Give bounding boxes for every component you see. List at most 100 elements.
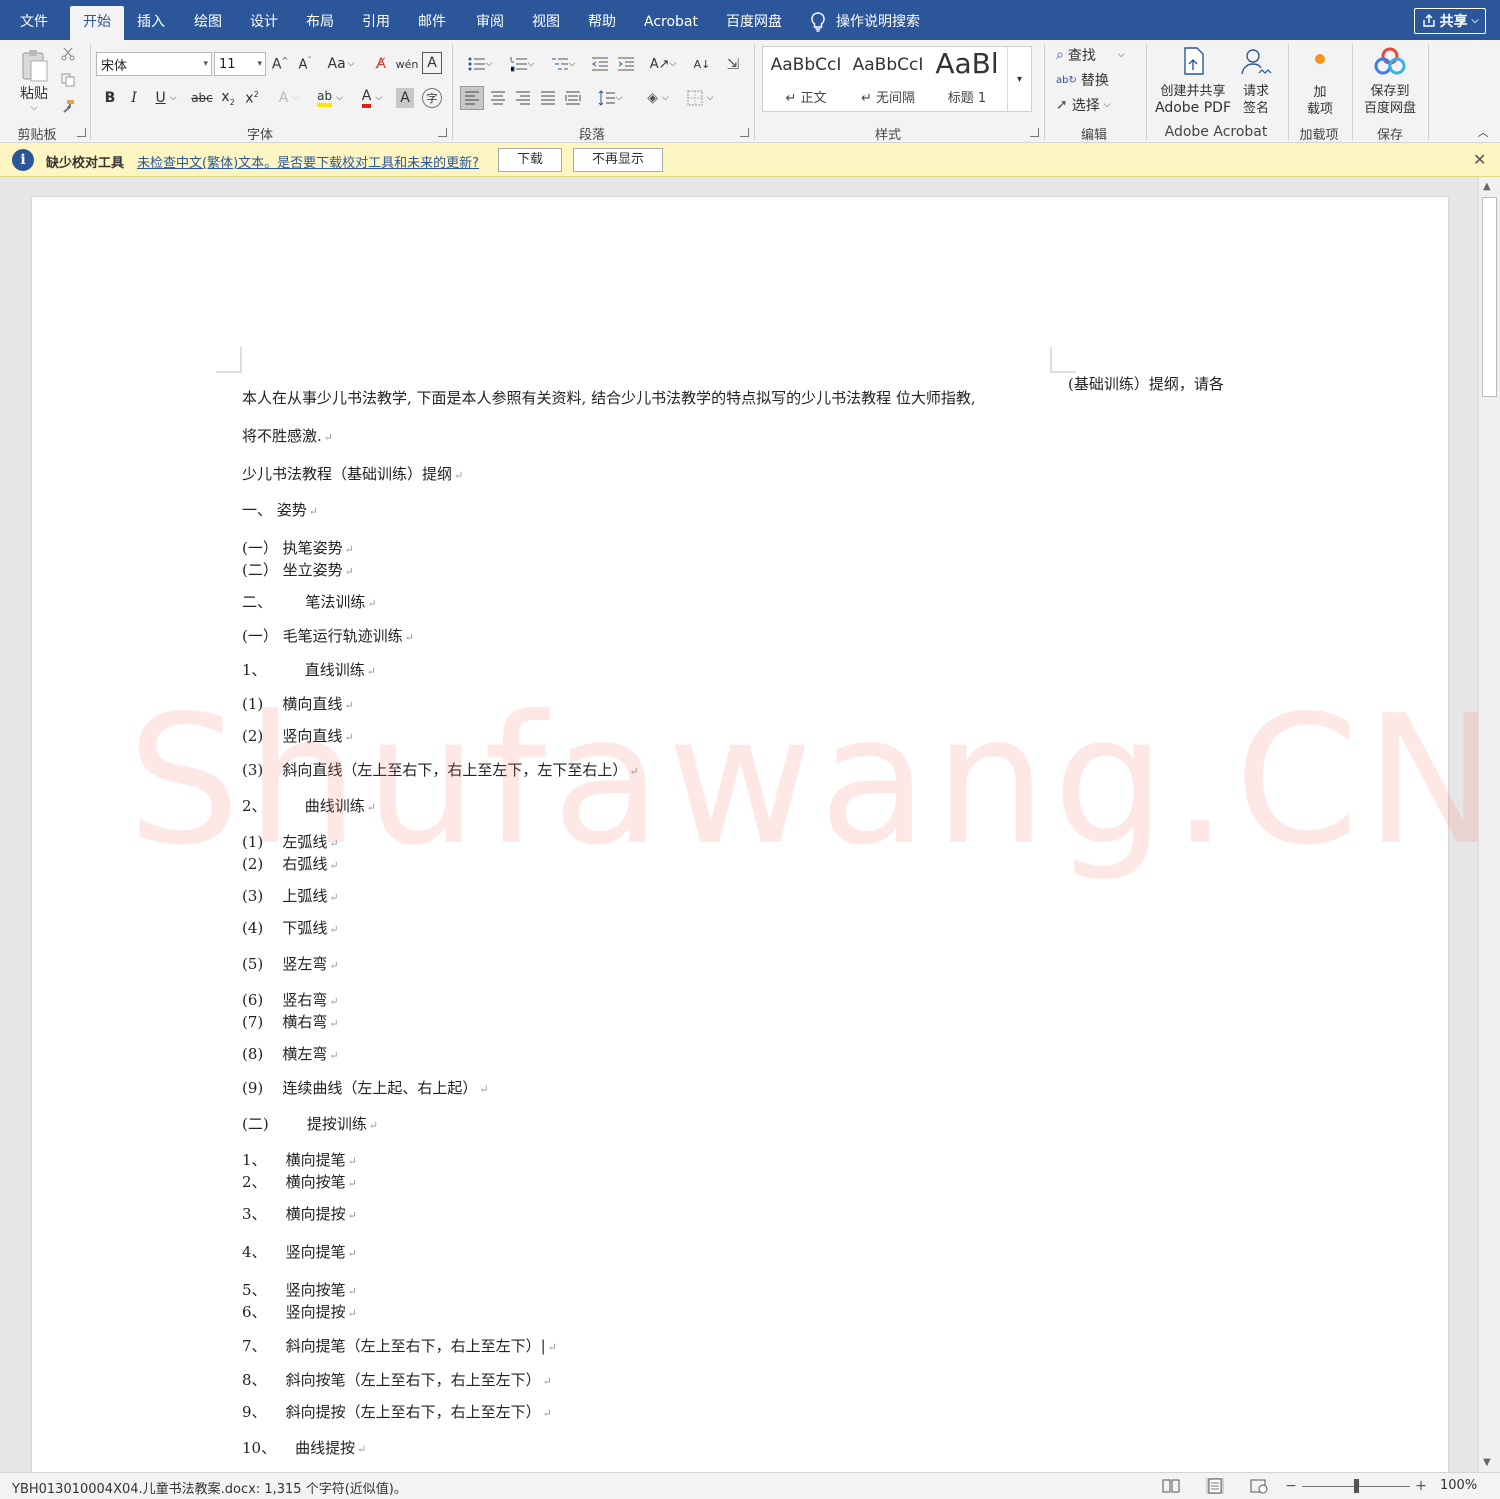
zoom-level[interactable]: 100%	[1440, 1478, 1477, 1493]
text-direction-button[interactable]: A↗ ⌵	[646, 52, 680, 76]
show-marks-button[interactable]: ⇲	[722, 52, 744, 76]
read-mode-icon[interactable]	[1162, 1478, 1180, 1494]
shading-button[interactable]: ◈ ⌵	[640, 86, 676, 110]
replace-button[interactable]: ab↻ 替换	[1056, 69, 1116, 91]
create-share-pdf-button[interactable]: 创建并共享 Adobe PDF	[1152, 46, 1234, 117]
text-effects-button[interactable]: A ⌵	[272, 86, 306, 110]
change-case-button[interactable]: Aa ⌵	[324, 52, 358, 76]
borders-button[interactable]: ⌵	[682, 86, 718, 110]
superscript-button[interactable]: x2	[242, 86, 262, 110]
tab-2[interactable]: 插入	[128, 6, 174, 40]
tab-4[interactable]: 设计	[241, 6, 287, 40]
paragraph-launcher[interactable]	[740, 128, 749, 137]
multilevel-list-button[interactable]: ⌵	[546, 52, 580, 76]
paragraph-mark-icon: ↵	[366, 801, 376, 814]
addins-button[interactable]: 加 载项	[1298, 50, 1342, 118]
tell-me-search[interactable]: 操作说明搜索	[810, 6, 920, 38]
line-spacing-button[interactable]: ⌵	[592, 86, 628, 110]
tab-8[interactable]: 审阅	[467, 6, 513, 40]
numbering-button[interactable]: ⌵	[504, 52, 540, 76]
font-color-icon: A	[361, 88, 372, 108]
clear-formatting-button[interactable]: A̸	[370, 52, 392, 76]
share-label: 共享	[1439, 14, 1468, 30]
request-signature-button[interactable]: 请求 签名	[1236, 46, 1276, 117]
dont-show-again-button[interactable]: 不再显示	[573, 148, 663, 172]
find-button[interactable]: ⌕ 查找 ⌵	[1056, 44, 1136, 66]
align-right-button[interactable]	[512, 86, 534, 110]
clipboard-launcher[interactable]	[77, 128, 86, 137]
word-count-status[interactable]: YBH013010004X04.儿童书法教案.docx: 1,315 个字符(近…	[12, 1478, 407, 1497]
style-normal[interactable]: AaBbCcI ↵ 正文	[765, 47, 847, 111]
increase-indent-button[interactable]	[616, 52, 636, 76]
document-page[interactable]: (基础训练）提纲，请各 本人在从事少儿书法教学, 下面是本人参照有关资料, 结合…	[32, 197, 1478, 1472]
style-heading-1[interactable]: AaBl 标题 1	[929, 47, 1005, 111]
collapse-ribbon-button[interactable]: ︿	[1474, 124, 1492, 140]
font-name-combobox[interactable]: 宋体 ▾	[96, 52, 212, 76]
tab-9[interactable]: 视图	[523, 6, 569, 40]
copy-button[interactable]	[60, 72, 76, 88]
align-left-button[interactable]	[460, 86, 484, 110]
zoom-slider-thumb[interactable]	[1354, 1479, 1359, 1493]
cut-button[interactable]	[60, 46, 76, 62]
acrobat-group-label: Adobe Acrobat	[1164, 124, 1268, 140]
format-painter-button[interactable]	[60, 98, 76, 114]
italic-button[interactable]: I	[124, 86, 144, 110]
justify-button[interactable]	[537, 86, 559, 110]
style-no-spacing[interactable]: AaBbCcI ↵ 无间隔	[847, 47, 929, 111]
phonetic-guide-button[interactable]: wén	[396, 52, 419, 76]
text-effects-icon: A	[278, 90, 289, 106]
web-layout-icon[interactable]	[1250, 1478, 1268, 1494]
distributed-button[interactable]	[562, 86, 584, 110]
message-link[interactable]: 未检查中文(繁体)文本。是否要下载校对工具和未来的更新?	[137, 152, 479, 171]
zoom-in-button[interactable]: +	[1414, 1477, 1428, 1495]
create-pdf-line2: Adobe PDF	[1154, 100, 1231, 116]
select-button[interactable]: ➚ 选择 ⌵	[1056, 94, 1126, 116]
character-border-button[interactable]: A	[422, 52, 442, 74]
highlight-button[interactable]: ab ⌵	[312, 86, 348, 110]
styles-more-button[interactable]: ▾	[1007, 47, 1031, 111]
styles-launcher[interactable]	[1030, 128, 1039, 137]
character-shading-button[interactable]: A	[396, 88, 414, 108]
enclose-characters-button[interactable]: 字	[422, 88, 442, 108]
tab-0[interactable]: 文件	[20, 6, 48, 40]
change-case-label: Aa	[327, 56, 346, 72]
bullets-button[interactable]: ⌵	[462, 52, 498, 76]
print-layout-icon[interactable]	[1206, 1478, 1224, 1494]
document-canvas[interactable]: (基础训练）提纲，请各 本人在从事少儿书法教学, 下面是本人参照有关资料, 结合…	[0, 177, 1478, 1472]
zoom-out-button[interactable]: −	[1284, 1477, 1298, 1495]
scrollbar-thumb[interactable]	[1482, 197, 1497, 397]
paragraph-line: (一） 执笔姿势 ↵	[242, 537, 354, 558]
grow-font-button[interactable]: A^	[270, 52, 290, 76]
share-button[interactable]: 共享 ⌵	[1414, 8, 1486, 34]
tab-10[interactable]: 帮助	[579, 6, 625, 40]
font-launcher[interactable]	[438, 128, 447, 137]
tab-3[interactable]: 绘图	[185, 6, 231, 40]
align-center-button[interactable]	[487, 86, 509, 110]
bold-button[interactable]: B	[100, 86, 120, 110]
tab-11[interactable]: Acrobat	[640, 6, 702, 40]
sort-button[interactable]: A↓	[692, 52, 712, 76]
grow-font-icon: A^	[271, 55, 289, 73]
paste-button[interactable]: 粘贴 ⌵	[12, 46, 56, 116]
close-icon[interactable]: ✕	[1473, 150, 1486, 169]
tab-1[interactable]: 开始	[70, 6, 124, 40]
subscript-button[interactable]: x2	[218, 86, 238, 110]
scroll-up-icon[interactable]: ▲	[1483, 181, 1491, 192]
shrink-font-button[interactable]: Aˇ	[295, 52, 315, 76]
strikethrough-button[interactable]: abc	[190, 86, 214, 110]
underline-button[interactable]: U ⌵	[148, 86, 184, 110]
decrease-indent-button[interactable]	[590, 52, 610, 76]
tab-6[interactable]: 引用	[353, 6, 399, 40]
download-button[interactable]: 下载	[498, 148, 562, 172]
vertical-scrollbar[interactable]: ▲ ▼	[1478, 177, 1500, 1472]
bullet-list-icon	[468, 57, 485, 71]
highlighter-icon: ab	[317, 89, 333, 107]
scroll-down-icon[interactable]: ▼	[1483, 1457, 1491, 1468]
font-size-combobox[interactable]: 11 ▾	[214, 52, 266, 76]
tab-5[interactable]: 布局	[297, 6, 343, 40]
paragraph-line: (二) 提按训练 ↵	[242, 1113, 378, 1134]
tab-7[interactable]: 邮件	[409, 6, 455, 40]
font-color-button[interactable]: A ⌵	[354, 86, 390, 110]
tab-12[interactable]: 百度网盘	[719, 6, 789, 40]
save-to-baidu-button[interactable]: 保存到 百度网盘	[1358, 46, 1422, 117]
